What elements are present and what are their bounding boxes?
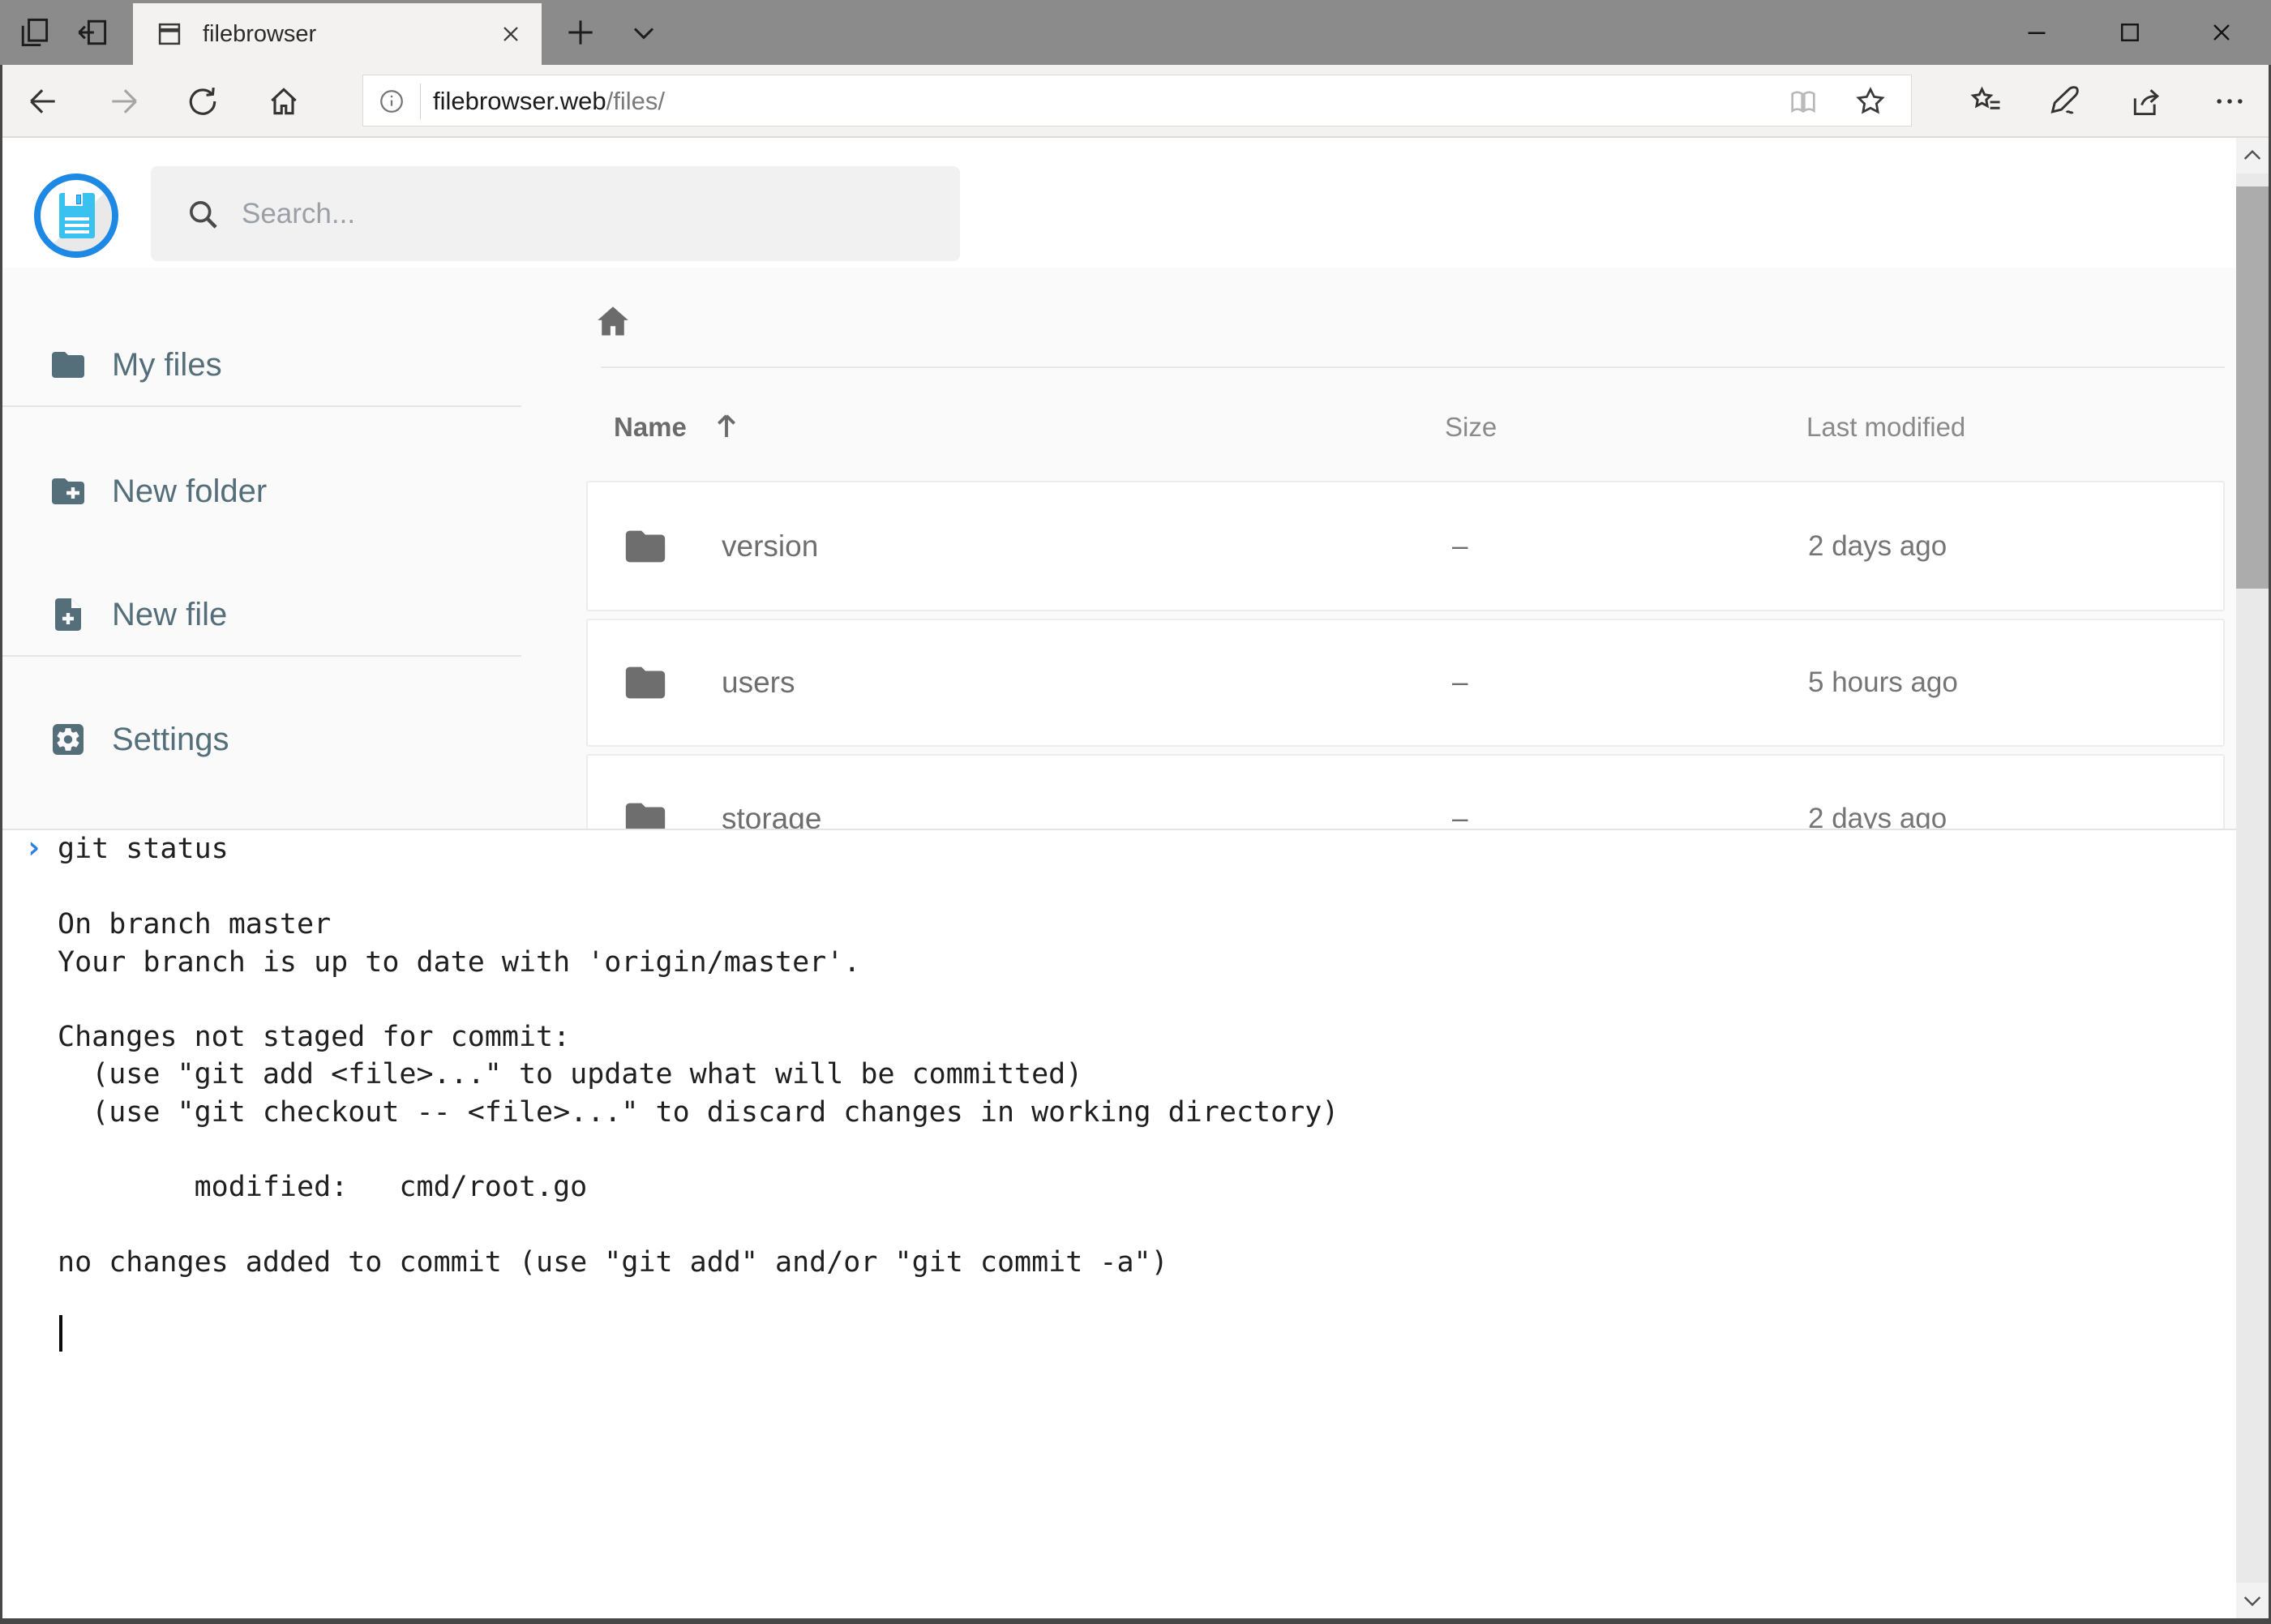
window-border-bottom — [0, 1618, 2271, 1624]
sidebar-item-my-files[interactable]: My files — [2, 328, 521, 401]
sidebar-item-label: My files — [112, 347, 222, 384]
file-row-version[interactable]: version – 2 days ago — [586, 481, 2225, 611]
tabs-preview-icon[interactable] — [16, 15, 52, 50]
site-info-icon[interactable] — [378, 88, 405, 115]
terminal-panel[interactable]: › git status On branch master Your branc… — [2, 829, 2236, 1618]
scroll-down-icon[interactable] — [2236, 1583, 2269, 1618]
column-header-size[interactable]: Size — [1445, 412, 1497, 443]
sidebar-item-label: New folder — [112, 473, 267, 510]
column-header-modified[interactable]: Last modified — [1806, 412, 1965, 443]
sidebar-item-settings[interactable]: Settings — [2, 703, 521, 776]
terminal-cursor — [59, 1315, 62, 1352]
home-icon[interactable] — [266, 84, 302, 119]
hub-icon[interactable] — [1969, 84, 2004, 119]
sidebar-item-label: Settings — [112, 722, 229, 758]
file-name: storage — [722, 802, 821, 829]
file-size: – — [1452, 530, 1468, 563]
file-modified: 2 days ago — [1808, 803, 1947, 829]
page-scrollbar[interactable] — [2236, 138, 2269, 1618]
settings-gear-icon — [49, 720, 88, 759]
address-divider — [420, 84, 421, 119]
folder-icon — [622, 523, 669, 570]
column-header-name[interactable]: Name — [614, 412, 687, 443]
url-text: filebrowser.web/files/ — [433, 87, 665, 116]
maximize-button[interactable] — [2115, 18, 2145, 47]
share-icon[interactable] — [2129, 84, 2165, 119]
sidebar-divider — [2, 655, 521, 657]
breadcrumb-home-icon[interactable] — [593, 302, 633, 342]
file-modified: 2 days ago — [1808, 530, 1947, 563]
file-name: users — [722, 666, 795, 700]
favorite-star-icon[interactable] — [1853, 84, 1888, 118]
search-box[interactable] — [151, 166, 960, 261]
new-file-icon — [49, 595, 88, 634]
url-host: filebrowser.web — [433, 87, 606, 115]
tab-title: filebrowser — [203, 21, 316, 48]
file-row-users[interactable]: users – 5 hours ago — [586, 619, 2225, 747]
file-list: version – 2 days ago users – 5 hours ago… — [586, 481, 2225, 829]
new-tab-icon[interactable] — [563, 15, 598, 50]
minimize-button[interactable] — [2022, 18, 2051, 47]
file-row-storage[interactable]: storage – 2 days ago — [586, 754, 2225, 829]
filebrowser-logo[interactable] — [34, 174, 118, 258]
folder-icon — [622, 795, 669, 829]
close-button[interactable] — [2207, 18, 2236, 47]
refresh-icon[interactable] — [185, 84, 221, 119]
address-bar[interactable]: filebrowser.web/files/ — [362, 75, 1912, 126]
reading-view-icon[interactable] — [1787, 85, 1819, 118]
file-name: version — [722, 529, 818, 563]
url-path: /files/ — [606, 87, 665, 115]
listing-divider — [601, 366, 2225, 368]
create-new-folder-icon — [49, 472, 88, 511]
tab-close-icon[interactable] — [498, 21, 524, 47]
folder-icon — [622, 659, 669, 706]
file-size: – — [1452, 803, 1468, 829]
more-dots-icon[interactable] — [2212, 84, 2247, 119]
sidebar-item-label: New file — [112, 597, 227, 633]
browser-tab[interactable]: filebrowser — [133, 3, 542, 65]
browser-window: filebrowser — [0, 0, 2271, 1624]
scrollbar-thumb[interactable] — [2236, 186, 2269, 589]
file-modified: 5 hours ago — [1808, 666, 1958, 699]
page-icon — [154, 19, 185, 49]
terminal-prompt-icon: › — [24, 829, 43, 867]
forward-icon[interactable] — [106, 84, 142, 119]
app-header — [2, 138, 2236, 268]
search-icon — [185, 196, 221, 232]
browser-navbar: filebrowser.web/files/ — [0, 65, 2271, 138]
set-tabs-aside-icon[interactable] — [75, 15, 110, 50]
tab-bar: filebrowser — [0, 0, 2271, 65]
floppy-disk-icon — [59, 193, 95, 238]
back-icon[interactable] — [25, 84, 61, 119]
app-content: My files New folder New file — [2, 268, 2236, 829]
sidebar-item-new-file[interactable]: New file — [2, 578, 521, 651]
window-border-left — [0, 65, 2, 1624]
tab-list-chevron-icon[interactable] — [626, 15, 662, 50]
search-input[interactable] — [242, 166, 939, 261]
scroll-up-icon[interactable] — [2236, 138, 2269, 174]
file-size: – — [1452, 666, 1468, 699]
sidebar-item-new-folder[interactable]: New folder — [2, 455, 521, 528]
sidebar-divider — [2, 405, 521, 407]
sort-ascending-icon[interactable] — [709, 409, 743, 443]
terminal-output: On branch master Your branch is up to da… — [58, 868, 1339, 1281]
terminal-command: git status — [58, 830, 229, 868]
folder-icon — [49, 345, 88, 384]
ink-pen-icon[interactable] — [2048, 84, 2084, 119]
